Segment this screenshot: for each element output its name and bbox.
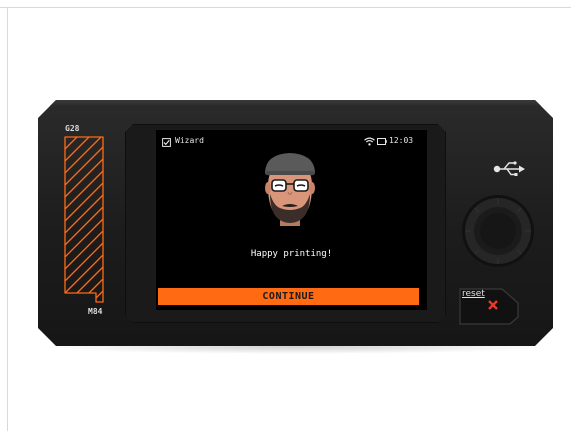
continue-button[interactable]: CONTINUE — [158, 288, 419, 305]
avatar — [265, 153, 315, 226]
rotary-knob[interactable] — [461, 194, 535, 268]
battery-icon — [377, 138, 387, 145]
frame-left-border — [7, 7, 8, 431]
reset-label: reset — [462, 289, 485, 299]
display-screen: Wizard 12:03 Happy printing! CONTINUE — [156, 130, 427, 310]
gcode-top-label: G28 — [65, 124, 80, 133]
usb-icon — [493, 161, 525, 176]
checkbox-icon — [162, 138, 171, 147]
printer-top-edge — [50, 100, 541, 106]
frame-top-border — [0, 7, 571, 8]
header-time: 12:03 — [389, 136, 414, 145]
zigzag-pattern-icon — [64, 136, 104, 303]
gcode-bottom-label: M84 — [88, 307, 103, 316]
wifi-icon — [364, 137, 375, 146]
header-title: Wizard — [175, 136, 204, 145]
success-message: Happy printing! — [250, 249, 333, 259]
